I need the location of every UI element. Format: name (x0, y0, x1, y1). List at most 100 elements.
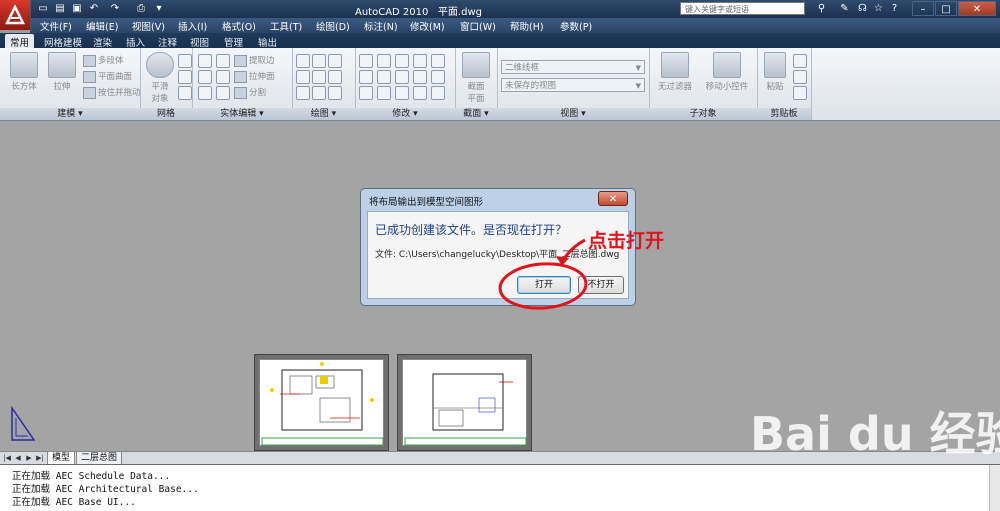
help-icon[interactable]: ? (888, 2, 901, 15)
visual-style-select[interactable]: 二维线框 ▼ (501, 60, 645, 74)
communication-center-icon[interactable]: ☊ (856, 2, 869, 15)
intersect-icon[interactable] (198, 70, 212, 84)
undo-icon[interactable]: ↶ (87, 2, 101, 15)
no-filter-button[interactable]: 无过滤器 (653, 52, 697, 92)
tab-output[interactable]: 输出 (258, 35, 277, 49)
mirror-icon[interactable] (377, 70, 391, 84)
menu-window[interactable]: 窗口(W) (460, 19, 496, 33)
rotate-3d-icon[interactable] (395, 70, 409, 84)
align-icon[interactable] (359, 86, 373, 100)
slice-icon[interactable] (198, 86, 212, 100)
stretch-icon[interactable] (413, 70, 427, 84)
polysolid-button[interactable]: 多段体 (83, 54, 124, 67)
tab-annotate[interactable]: 注释 (158, 35, 177, 49)
mesh-tool-icon-3[interactable] (178, 86, 192, 100)
panel-label-subobject[interactable]: 子对象 (649, 108, 757, 120)
fillet-icon[interactable] (413, 54, 427, 68)
panel-label-modify[interactable]: 修改 ▾ (355, 108, 455, 120)
circle-icon[interactable] (328, 70, 342, 84)
smooth-object-button[interactable]: 平滑 对象 (146, 52, 174, 104)
tab-mesh-modeling[interactable]: 网格建模 (44, 35, 82, 49)
subtract-icon[interactable] (216, 54, 230, 68)
copy-base-icon[interactable] (793, 86, 807, 100)
copy-icon[interactable] (359, 70, 373, 84)
menu-format[interactable]: 格式(O) (222, 19, 256, 33)
panel-label-mesh[interactable]: 网格 (140, 108, 192, 120)
panel-label-solid-editing[interactable]: 实体编辑 ▾ (192, 108, 292, 120)
polyline-icon[interactable] (312, 54, 326, 68)
erase-icon[interactable] (413, 86, 427, 100)
saved-view-select[interactable]: 未保存的视图 ▼ (501, 78, 645, 92)
tab-render[interactable]: 渲染 (93, 35, 112, 49)
close-button[interactable]: ✕ (958, 1, 996, 16)
new-file-icon[interactable]: ▭ (36, 2, 50, 15)
last-tab-icon[interactable]: ▶| (35, 453, 45, 463)
panel-label-modeling[interactable]: 建模 ▾ (0, 108, 140, 120)
trim-icon[interactable] (395, 54, 409, 68)
print-icon[interactable]: ⎙ (134, 2, 148, 15)
panel-label-view[interactable]: 视图 ▾ (497, 108, 649, 120)
menu-parametric[interactable]: 参数(P) (560, 19, 592, 33)
cut-icon[interactable] (793, 54, 807, 68)
layout-thumbnail-second-floor[interactable] (397, 354, 532, 451)
rotate-icon[interactable] (377, 54, 391, 68)
layout-thumbnail-model[interactable] (254, 354, 389, 451)
offset-icon[interactable] (431, 70, 445, 84)
open-file-icon[interactable]: ▤ (53, 2, 67, 15)
explode-icon[interactable] (431, 54, 445, 68)
scale-icon[interactable] (395, 86, 409, 100)
menu-tools[interactable]: 工具(T) (270, 19, 302, 33)
panel-label-clipboard[interactable]: 剪贴板 (757, 108, 811, 120)
tab-insert[interactable]: 插入 (126, 35, 145, 49)
thicken-icon[interactable] (216, 86, 230, 100)
extrude-face-button[interactable]: 拉伸面 (234, 70, 275, 83)
dropdown-icon[interactable]: ▾ (152, 2, 166, 15)
ellipse-icon[interactable] (328, 86, 342, 100)
menu-help[interactable]: 帮助(H) (510, 19, 544, 33)
match-properties-icon[interactable] (431, 86, 445, 100)
binoculars-icon[interactable]: ⚲ (815, 2, 828, 15)
minimize-button[interactable]: – (912, 1, 934, 16)
next-tab-icon[interactable]: ▶ (24, 453, 34, 463)
menu-modify[interactable]: 修改(M) (410, 19, 445, 33)
paste-button[interactable]: 粘贴 (761, 52, 789, 92)
planar-surface-button[interactable]: 平面曲面 (83, 70, 132, 83)
panel-label-section[interactable]: 截面 ▾ (455, 108, 497, 120)
extract-edges-button[interactable]: 提取边 (234, 54, 275, 67)
favorites-icon[interactable]: ☆ (872, 2, 885, 15)
search-input[interactable]: 键入关键字或短语 (680, 2, 805, 15)
mesh-tool-icon-2[interactable] (178, 70, 192, 84)
line-icon[interactable] (296, 54, 310, 68)
tab-view[interactable]: 视图 (190, 35, 209, 49)
arc-icon[interactable] (328, 54, 342, 68)
mesh-tool-icon-1[interactable] (178, 54, 192, 68)
maximize-button[interactable]: □ (935, 1, 957, 16)
copy-clip-icon[interactable] (793, 70, 807, 84)
polygon-icon[interactable] (296, 86, 310, 100)
menu-draw[interactable]: 绘图(D) (316, 19, 350, 33)
spline-icon[interactable] (296, 70, 310, 84)
array-icon[interactable] (377, 86, 391, 100)
save-icon[interactable]: ▣ (70, 2, 84, 15)
application-menu-button[interactable] (0, 0, 31, 30)
box-button[interactable]: 长方体 (6, 52, 42, 92)
command-scrollbar[interactable] (989, 465, 1000, 511)
prev-tab-icon[interactable]: ◀ (13, 453, 23, 463)
redo-icon[interactable]: ↷ (108, 2, 122, 15)
union-icon[interactable] (198, 54, 212, 68)
subscription-icon[interactable]: ✎ (838, 2, 851, 15)
move-gizmo-button[interactable]: 移动小控件 (701, 52, 753, 92)
section-plane-button[interactable]: 截面 平面 (460, 52, 492, 104)
menu-view[interactable]: 视图(V) (132, 19, 165, 33)
extrude-button[interactable]: 拉伸 (46, 52, 78, 92)
dialog-close-button[interactable]: ✕ (598, 191, 628, 206)
menu-insert[interactable]: 插入(I) (178, 19, 207, 33)
first-tab-icon[interactable]: |◀ (2, 453, 12, 463)
panel-label-draw[interactable]: 绘图 ▾ (292, 108, 355, 120)
presspull-button[interactable]: 按住并拖动 (83, 86, 141, 99)
menu-edit[interactable]: 编辑(E) (86, 19, 118, 33)
rectangle-icon[interactable] (312, 86, 326, 100)
menu-file[interactable]: 文件(F) (40, 19, 72, 33)
separate-button[interactable]: 分割 (234, 86, 266, 99)
menu-dimension[interactable]: 标注(N) (364, 19, 398, 33)
